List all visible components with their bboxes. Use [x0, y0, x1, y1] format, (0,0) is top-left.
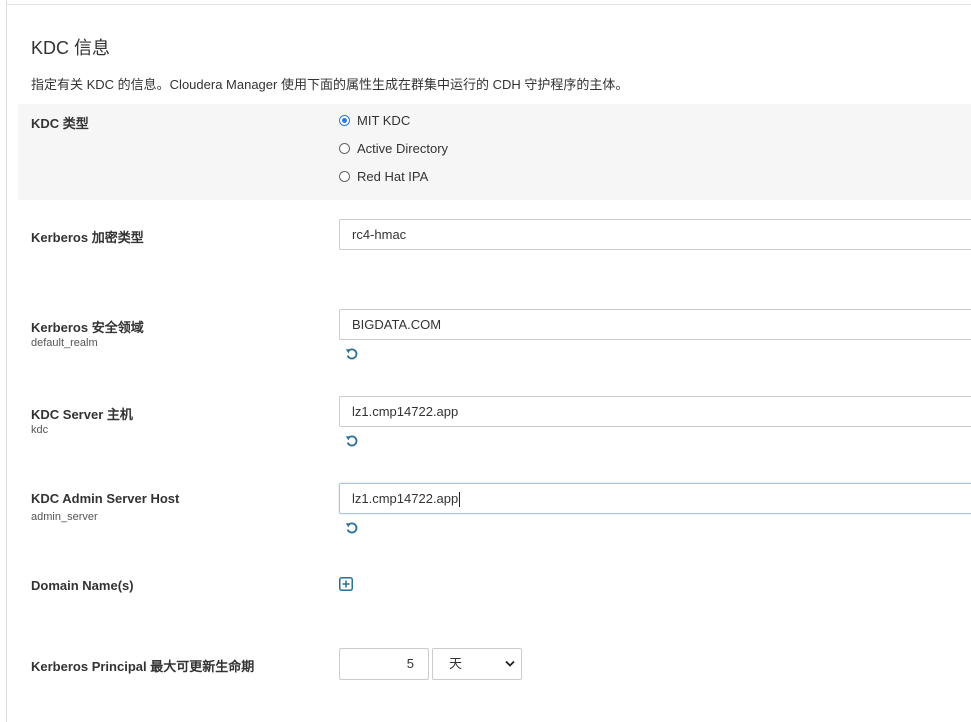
kdc-host-sublabel: kdc — [31, 424, 49, 436]
left-divider — [6, 0, 7, 722]
renew-lifetime-label: Kerberos Principal 最大可更新生命期 — [31, 659, 255, 674]
admin-host-value: lz1.cmp14722.app — [352, 491, 459, 506]
encryption-type-input[interactable]: rc4-hmac — [339, 219, 971, 250]
undo-icon[interactable] — [345, 434, 359, 448]
kdc-type-label: KDC 类型 — [31, 116, 89, 131]
realm-label: Kerberos 安全领域 — [31, 320, 144, 335]
renew-unit-value: 天 — [449, 656, 463, 671]
renew-unit-select[interactable]: 天 — [432, 648, 522, 680]
radio-label: Red Hat IPA — [357, 169, 429, 184]
renew-lifetime-input[interactable]: 5 — [339, 648, 429, 680]
chevron-down-icon — [505, 660, 515, 667]
radio-button[interactable] — [339, 171, 350, 182]
plus-square-icon[interactable] — [339, 577, 353, 591]
radio-button[interactable] — [339, 143, 350, 154]
radio-label: MIT KDC — [357, 113, 411, 128]
radio-option-active-directory[interactable]: Active Directory — [339, 141, 448, 156]
radio-label: Active Directory — [357, 141, 449, 156]
encryption-type-label: Kerberos 加密类型 — [31, 230, 144, 245]
realm-input[interactable]: BIGDATA.COM — [339, 309, 971, 340]
kdc-host-input[interactable]: lz1.cmp14722.app — [339, 396, 971, 427]
section-description: 指定有关 KDC 的信息。Cloudera Manager 使用下面的属性生成在… — [31, 77, 629, 92]
domain-names-label: Domain Name(s) — [31, 578, 134, 593]
kdc-info-panel: KDC 信息 指定有关 KDC 的信息。Cloudera Manager 使用下… — [0, 0, 971, 722]
kdc-type-row — [18, 104, 971, 200]
undo-icon[interactable] — [345, 521, 359, 535]
section-title: KDC 信息 — [31, 38, 111, 58]
top-divider — [6, 4, 971, 5]
radio-option-red-hat-ipa[interactable]: Red Hat IPA — [339, 169, 428, 184]
admin-host-input[interactable]: lz1.cmp14722.app — [339, 483, 971, 514]
radio-option-mit-kdc[interactable]: MIT KDC — [339, 113, 410, 128]
text-caret — [459, 492, 461, 508]
realm-sublabel: default_realm — [31, 337, 98, 349]
undo-icon[interactable] — [345, 347, 359, 361]
admin-host-sublabel: admin_server — [31, 511, 98, 523]
radio-button-checked[interactable] — [339, 115, 350, 126]
kdc-host-label: KDC Server 主机 — [31, 407, 133, 422]
admin-host-label: KDC Admin Server Host — [31, 491, 180, 506]
